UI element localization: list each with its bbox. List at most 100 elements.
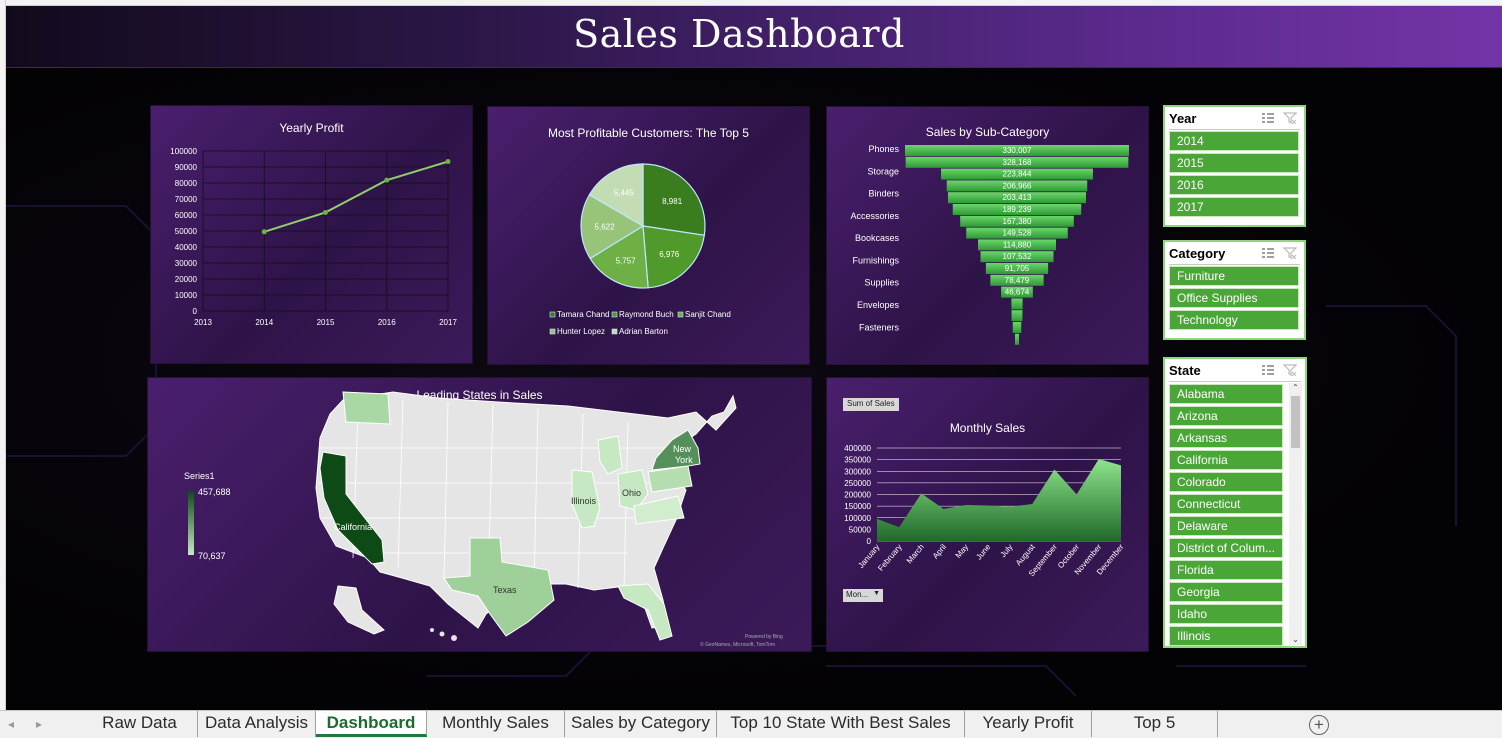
y-tick-label: 80000 xyxy=(175,179,198,188)
slicer-item[interactable]: District of Colum... xyxy=(1169,538,1283,558)
category-axis-label: Phones xyxy=(868,144,899,154)
y-tick-label: 350000 xyxy=(844,456,871,465)
slicer-item[interactable]: California xyxy=(1169,450,1283,470)
slicer-item[interactable]: Florida xyxy=(1169,560,1283,580)
category-axis-label: Fasteners xyxy=(859,322,900,332)
profit-point[interactable] xyxy=(445,159,451,165)
clear-filter-icon[interactable] xyxy=(1283,247,1297,259)
slicer-item[interactable]: Technology xyxy=(1169,310,1299,330)
y-tick-label: 30000 xyxy=(175,259,198,268)
state-slicer: State Alabama Arizona Arkansas California Co… xyxy=(1163,357,1307,648)
yearly-profit-plot: 1000009000080000700006000050000400003000… xyxy=(170,147,457,327)
slicer-item[interactable]: 2015 xyxy=(1169,153,1299,173)
month-tick-label: June xyxy=(974,542,992,561)
funnel-bar[interactable] xyxy=(1015,333,1019,345)
sub-category-chart[interactable]: Sales by Sub-Category 330,007 328,168 223,… xyxy=(826,106,1149,365)
sheet-tab[interactable]: Monthly Sales xyxy=(427,711,565,737)
slicer-item[interactable]: Georgia xyxy=(1169,582,1283,602)
clear-filter-icon[interactable] xyxy=(1283,364,1297,376)
y-tick-label: 60000 xyxy=(175,211,198,220)
y-tick-label: 40000 xyxy=(175,243,198,252)
new-sheet-plus-icon[interactable]: + xyxy=(1309,715,1329,735)
slicer-item[interactable]: Alabama xyxy=(1169,384,1283,404)
scrollbar-thumb[interactable] xyxy=(1291,396,1300,448)
slicer-item[interactable]: Connecticut xyxy=(1169,494,1283,514)
state-slicer-scrollbar[interactable]: ⌃ ⌄ xyxy=(1289,383,1302,645)
scroll-tabs-right-icon[interactable]: ▸ xyxy=(36,717,42,731)
label-new-york-1: New xyxy=(673,444,692,454)
scroll-tabs-left-icon[interactable]: ◂ xyxy=(8,717,14,731)
sheet-tab[interactable]: Sales by Category xyxy=(565,711,717,737)
x-tick-label: 2013 xyxy=(194,318,212,327)
yearly-profit-chart[interactable]: Yearly Profit 100000 90000 80000 70000 60000… xyxy=(150,105,473,364)
sheet-tab[interactable]: Top 5 Customers xyxy=(1092,711,1218,738)
funnel-value-label: 107,532 xyxy=(1003,252,1032,261)
top-customers-chart[interactable]: Most Profitable Customers: The Top 5 8,9… xyxy=(487,106,810,365)
sheet-tab[interactable]: Raw Data xyxy=(82,711,198,737)
dashboard-banner: Sales Dashboard xyxy=(6,6,1502,68)
slicer-item[interactable]: Idaho xyxy=(1169,604,1283,624)
sheet-tab[interactable]: Dashboard xyxy=(316,711,427,737)
month-tick-label: April xyxy=(931,542,948,560)
month-tick-label: February xyxy=(876,543,903,573)
slicer-item[interactable]: Illinois xyxy=(1169,626,1283,646)
year-slicer-title: Year xyxy=(1169,111,1197,126)
label-illinois: Illinois xyxy=(571,496,597,506)
state-washington xyxy=(342,391,391,425)
funnel-value-label: 328,168 xyxy=(1003,158,1032,167)
multi-select-icon[interactable] xyxy=(1261,112,1275,124)
sheet-tab-bar: ◂ ▸ Raw Data Data Analysis Dashboard Monthl… xyxy=(0,710,1502,738)
month-axis-field-label: Mon... xyxy=(846,590,869,599)
slicer-item[interactable]: 2016 xyxy=(1169,175,1299,195)
funnel-value-label: 46,674 xyxy=(1005,288,1030,297)
legend-label: Adrian Barton xyxy=(619,327,668,336)
slicer-item[interactable]: Arizona xyxy=(1169,406,1283,426)
category-axis-label: Supplies xyxy=(864,278,899,288)
funnel-value-label: 167,380 xyxy=(1003,217,1032,226)
legend-swatch xyxy=(677,311,684,318)
slicer-item[interactable]: Furniture xyxy=(1169,266,1299,286)
category-slicer-title: Category xyxy=(1169,246,1226,261)
map-attribution-2: © GeoNames, Microsoft, TomTom xyxy=(700,641,775,648)
slicer-item[interactable]: Office Supplies xyxy=(1169,288,1299,308)
legend-label: Tamara Chand xyxy=(557,310,609,319)
profit-point[interactable] xyxy=(261,229,267,235)
sheet-tab[interactable]: Data Analysis xyxy=(198,711,316,737)
excel-window: Sales Dashboard Yearly Profit 100000 9000… xyxy=(0,0,1502,738)
y-tick-label: 150000 xyxy=(844,502,871,511)
legend-label: Hunter Lopez xyxy=(557,327,605,336)
clear-filter-icon[interactable] xyxy=(1283,112,1297,124)
slicer-item[interactable]: Arkansas xyxy=(1169,428,1283,448)
map-attribution-1: Powered by Bing xyxy=(745,634,783,640)
funnel-bar[interactable] xyxy=(1011,310,1023,322)
sheet-tab[interactable]: Yearly Profit xyxy=(965,711,1092,737)
monthly-sales-chart[interactable]: Sum of Sales Monthly Sales 400000 350000 3… xyxy=(826,377,1149,652)
top-customers-pie: 8,981 6,976 5,757 5,622 5,445 Tamara Chand Ray… xyxy=(549,163,731,336)
scroll-up-icon[interactable]: ⌃ xyxy=(1289,383,1302,393)
month-axis-field-button[interactable]: Mon... ▼ xyxy=(843,589,883,602)
profit-point[interactable] xyxy=(384,177,390,183)
states-map-chart[interactable]: Leading States in Sales Series1 457,688 … xyxy=(147,377,812,652)
label-texas: Texas xyxy=(493,585,517,595)
multi-select-icon[interactable] xyxy=(1261,364,1275,376)
slicer-item[interactable]: Delaware xyxy=(1169,516,1283,536)
y-tick-label: 0 xyxy=(193,307,198,316)
slicer-divider xyxy=(1169,129,1300,130)
pie-data-label: 8,981 xyxy=(662,197,683,206)
slicer-divider xyxy=(1169,264,1300,265)
multi-select-icon[interactable] xyxy=(1261,247,1275,259)
funnel-bar[interactable] xyxy=(1012,322,1022,333)
scroll-down-icon[interactable]: ⌄ xyxy=(1289,635,1302,645)
y-tick-label: 100000 xyxy=(844,514,871,523)
funnel-bar[interactable] xyxy=(1011,298,1023,310)
category-axis-label: Accessories xyxy=(850,211,899,221)
legend-swatch xyxy=(549,311,556,318)
slicer-item[interactable]: Colorado xyxy=(1169,472,1283,492)
slicer-item[interactable]: 2014 xyxy=(1169,131,1299,151)
month-tick-label: July xyxy=(999,543,1015,560)
sheet-tab[interactable]: Top 10 State With Best Sales xyxy=(717,711,965,737)
legend-swatch xyxy=(611,311,618,318)
slicer-item[interactable]: 2017 xyxy=(1169,197,1299,217)
profit-point[interactable] xyxy=(323,209,328,215)
y-tick-label: 300000 xyxy=(844,467,871,476)
